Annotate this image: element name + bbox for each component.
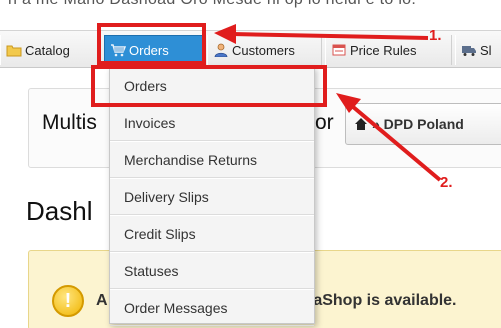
tab-label: Catalog (25, 42, 70, 58)
alert-message: taShop is available. (308, 292, 457, 309)
page-title: Dashl (26, 196, 93, 226)
menu-item-merchandise-returns[interactable]: Merchandise Returns (110, 141, 314, 178)
shop-select-value: » DPD Poland (372, 116, 464, 132)
tab-label: Customers (232, 42, 295, 58)
warning-icon: ! (52, 285, 84, 317)
admin-tab-bar: Catalog Orders Customers Price Rules Sl (0, 30, 501, 68)
cropped-text: n a me Mano Dashoad Oro Mesde nl op lo n… (8, 0, 416, 9)
tab-catalog[interactable]: Catalog (0, 35, 100, 65)
tab-label: Sl (480, 42, 492, 58)
annotation-box-orders-item (91, 65, 327, 107)
menu-item-invoices[interactable]: Invoices (110, 104, 314, 141)
price-tag-icon (332, 44, 346, 56)
annotation-step-1: 1. (429, 27, 442, 44)
annotation-box-orders-tab (97, 23, 206, 65)
annotation-step-2: 2. (440, 174, 453, 191)
tab-label: Price Rules (350, 42, 417, 58)
tab-shipping[interactable]: Sl (455, 35, 501, 65)
truck-icon (462, 46, 476, 56)
home-icon (355, 118, 367, 130)
menu-item-delivery-slips[interactable]: Delivery Slips (110, 178, 314, 215)
multistore-label: Multis (42, 111, 97, 134)
multistore-label-end: or (315, 111, 334, 134)
customers-icon (214, 43, 228, 57)
menu-item-order-messages[interactable]: Order Messages (110, 289, 314, 326)
menu-item-statuses[interactable]: Statuses (110, 252, 314, 289)
alert-text-start: A (96, 292, 108, 309)
folder-icon (6, 45, 22, 57)
menu-item-credit-slips[interactable]: Credit Slips (110, 215, 314, 252)
shop-select[interactable]: » DPD Poland (345, 103, 501, 145)
tab-customers[interactable]: Customers (207, 35, 322, 65)
cropped-text-strip: n a me Mano Dashoad Oro Mesde nl op lo n… (0, 0, 501, 14)
